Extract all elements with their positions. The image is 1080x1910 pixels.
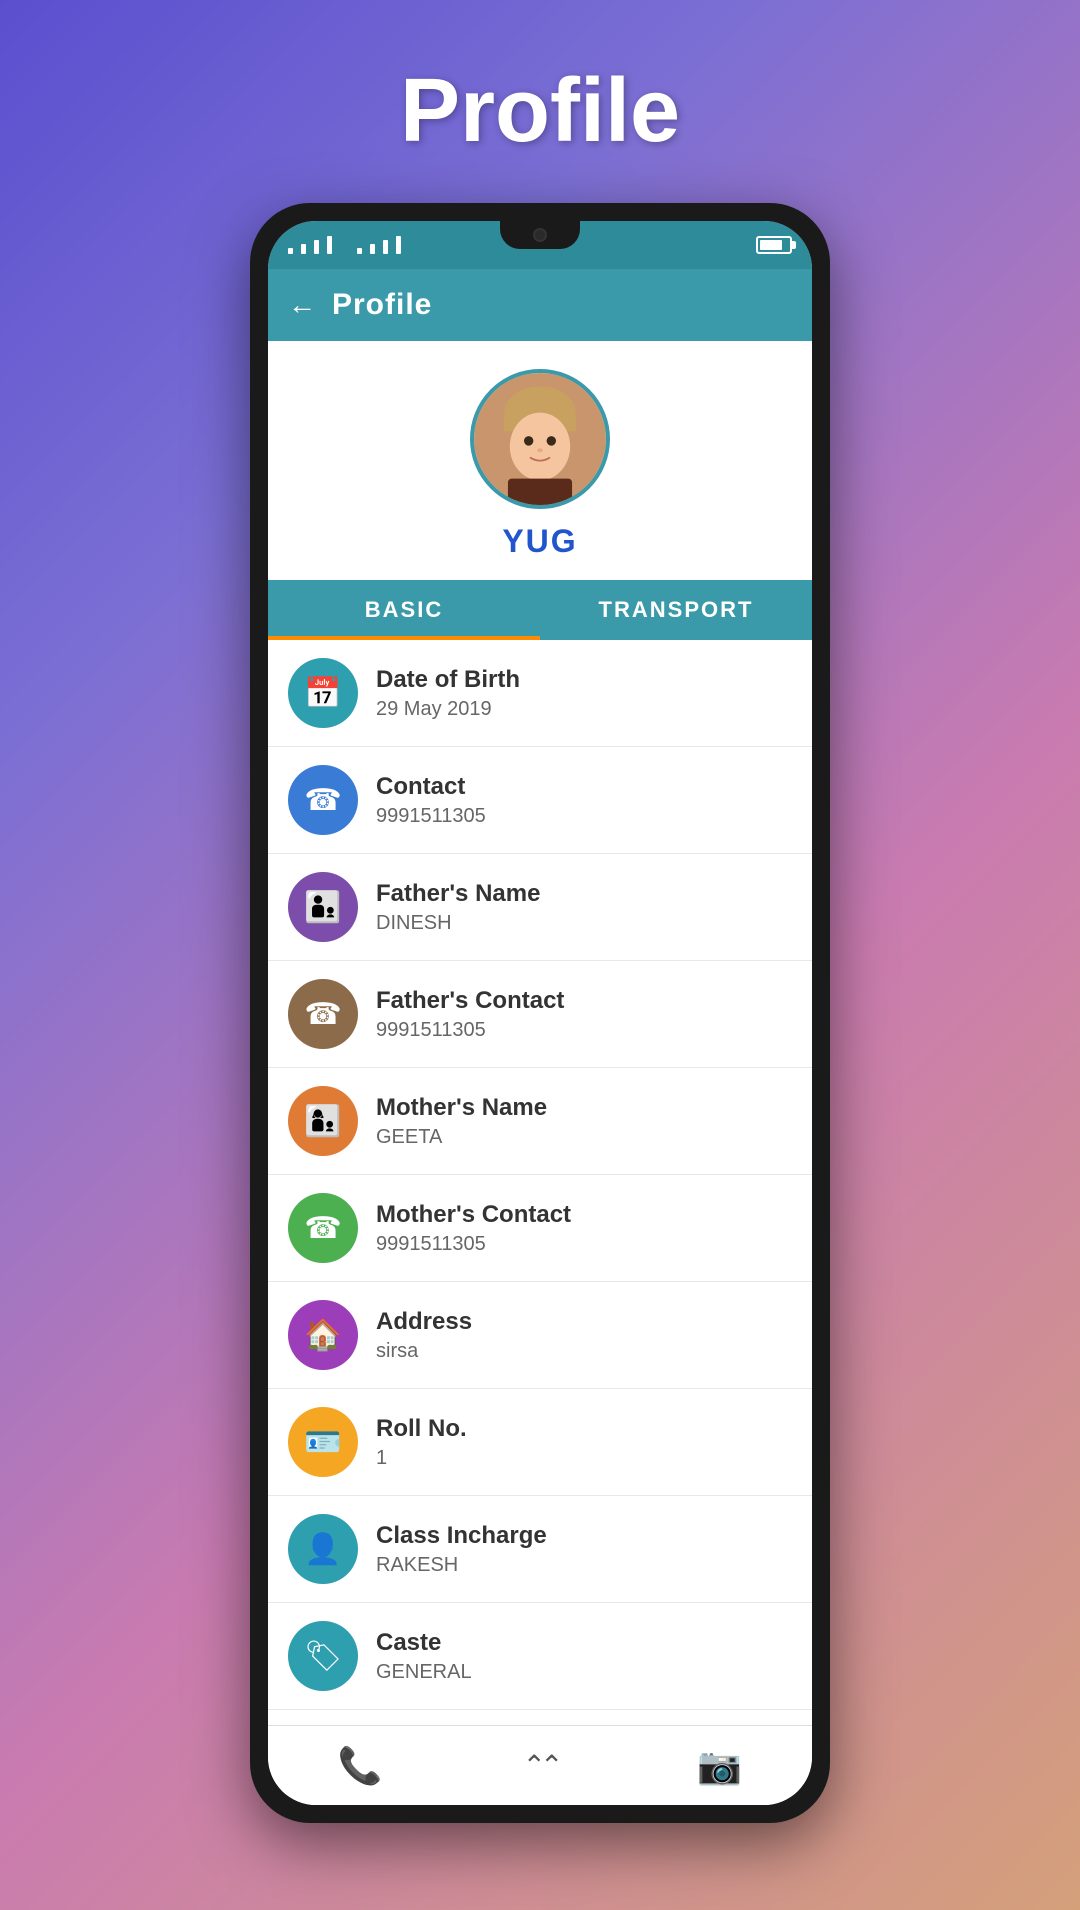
mothers-name-icon: 👩‍👦 — [288, 1086, 358, 1156]
fathers-contact-value: 9991511305 — [376, 1019, 564, 1042]
address-icon: 🏠 — [288, 1300, 358, 1370]
rollno-text: Roll No. 1 — [376, 1415, 467, 1470]
page-title: Profile — [400, 60, 680, 163]
mothers-name-label: Mother's Name — [376, 1094, 547, 1122]
student-name: YUG — [502, 523, 577, 560]
chevron-up-icon[interactable]: ⌃⌃ — [523, 1749, 558, 1782]
app-header-title: Profile — [332, 288, 432, 322]
signal-bar-8 — [396, 236, 401, 254]
battery-icon — [756, 236, 792, 254]
tab-basic[interactable]: BASIC — [268, 580, 540, 640]
caste-icon: 🏷 — [288, 1621, 358, 1691]
dob-value: 29 May 2019 — [376, 698, 520, 721]
mothers-contact-value: 9991511305 — [376, 1233, 571, 1256]
fathers-name-text: Father's Name DINESH — [376, 880, 540, 935]
contact-icon: ☎ — [288, 765, 358, 835]
phone-screen: ← Profile — [268, 221, 812, 1805]
fathers-contact-icon: ☎ — [288, 979, 358, 1049]
list-item: 👤 Class Incharge RAKESH — [268, 1496, 812, 1603]
contact-text: Contact 9991511305 — [376, 773, 486, 828]
bottom-nav: 📞 ⌃⌃ 📷 — [268, 1725, 812, 1805]
mothers-contact-text: Mother's Contact 9991511305 — [376, 1201, 571, 1256]
list-item: 📅 Date of Birth 29 May 2019 — [268, 640, 812, 747]
list-item: ☎ Father's Contact 9991511305 — [268, 961, 812, 1068]
signal-bar-5 — [357, 248, 362, 254]
address-label: Address — [376, 1308, 472, 1336]
dob-label: Date of Birth — [376, 666, 520, 694]
status-bar — [268, 221, 812, 269]
fathers-contact-label: Father's Contact — [376, 987, 564, 1015]
class-incharge-icon: 👤 — [288, 1514, 358, 1584]
back-button[interactable]: ← — [288, 289, 316, 321]
rollno-label: Roll No. — [376, 1415, 467, 1443]
mothers-contact-icon: ☎ — [288, 1193, 358, 1263]
address-text: Address sirsa — [376, 1308, 472, 1363]
contact-label: Contact — [376, 773, 486, 801]
class-incharge-label: Class Incharge — [376, 1522, 547, 1550]
tabs-bar: BASIC TRANSPORT — [268, 580, 812, 640]
phone-nav-icon[interactable]: 📞 — [338, 1745, 383, 1787]
camera-dot — [533, 228, 547, 242]
dob-text: Date of Birth 29 May 2019 — [376, 666, 520, 721]
rollno-value: 1 — [376, 1447, 467, 1470]
mothers-contact-label: Mother's Contact — [376, 1201, 571, 1229]
info-list: 📅 Date of Birth 29 May 2019 ☎ Contact 99… — [268, 640, 812, 1725]
phone-frame: ← Profile — [250, 203, 830, 1823]
signal-bar-7 — [383, 240, 388, 254]
contact-value: 9991511305 — [376, 805, 486, 828]
fathers-name-value: DINESH — [376, 912, 540, 935]
caste-label: Caste — [376, 1629, 472, 1657]
signal-bar-3 — [314, 240, 319, 254]
list-item: 🏷 Caste GENERAL — [268, 1603, 812, 1710]
tab-transport[interactable]: TRANSPORT — [540, 580, 812, 640]
profile-section: YUG — [268, 341, 812, 580]
fathers-name-icon: 👨‍👦 — [288, 872, 358, 942]
list-item: 👩‍👦 Mother's Name GEETA — [268, 1068, 812, 1175]
signal-bar-1 — [288, 248, 293, 254]
mothers-name-value: GEETA — [376, 1126, 547, 1149]
class-incharge-text: Class Incharge RAKESH — [376, 1522, 547, 1577]
battery-fill — [760, 240, 782, 250]
signal-bar-2 — [301, 244, 306, 254]
avatar — [470, 369, 610, 509]
list-item: 🏠 Address sirsa — [268, 1282, 812, 1389]
signal-bar-6 — [370, 244, 375, 254]
list-item: 👨‍👦 Father's Name DINESH — [268, 854, 812, 961]
signal-area — [288, 236, 401, 254]
address-value: sirsa — [376, 1340, 472, 1363]
list-item: ☎ Contact 9991511305 — [268, 747, 812, 854]
fathers-name-label: Father's Name — [376, 880, 540, 908]
class-incharge-value: RAKESH — [376, 1554, 547, 1577]
caste-text: Caste GENERAL — [376, 1629, 472, 1684]
mothers-name-text: Mother's Name GEETA — [376, 1094, 547, 1149]
fathers-contact-text: Father's Contact 9991511305 — [376, 987, 564, 1042]
notch — [500, 221, 580, 249]
camera-nav-icon[interactable]: 📷 — [697, 1745, 742, 1787]
rollno-icon: 🪪 — [288, 1407, 358, 1477]
list-item: 🪪 Roll No. 1 — [268, 1389, 812, 1496]
list-item: ☎ Mother's Contact 9991511305 — [268, 1175, 812, 1282]
app-header: ← Profile — [268, 269, 812, 341]
caste-value: GENERAL — [376, 1661, 472, 1684]
dob-icon: 📅 — [288, 658, 358, 728]
signal-bar-4 — [327, 236, 332, 254]
